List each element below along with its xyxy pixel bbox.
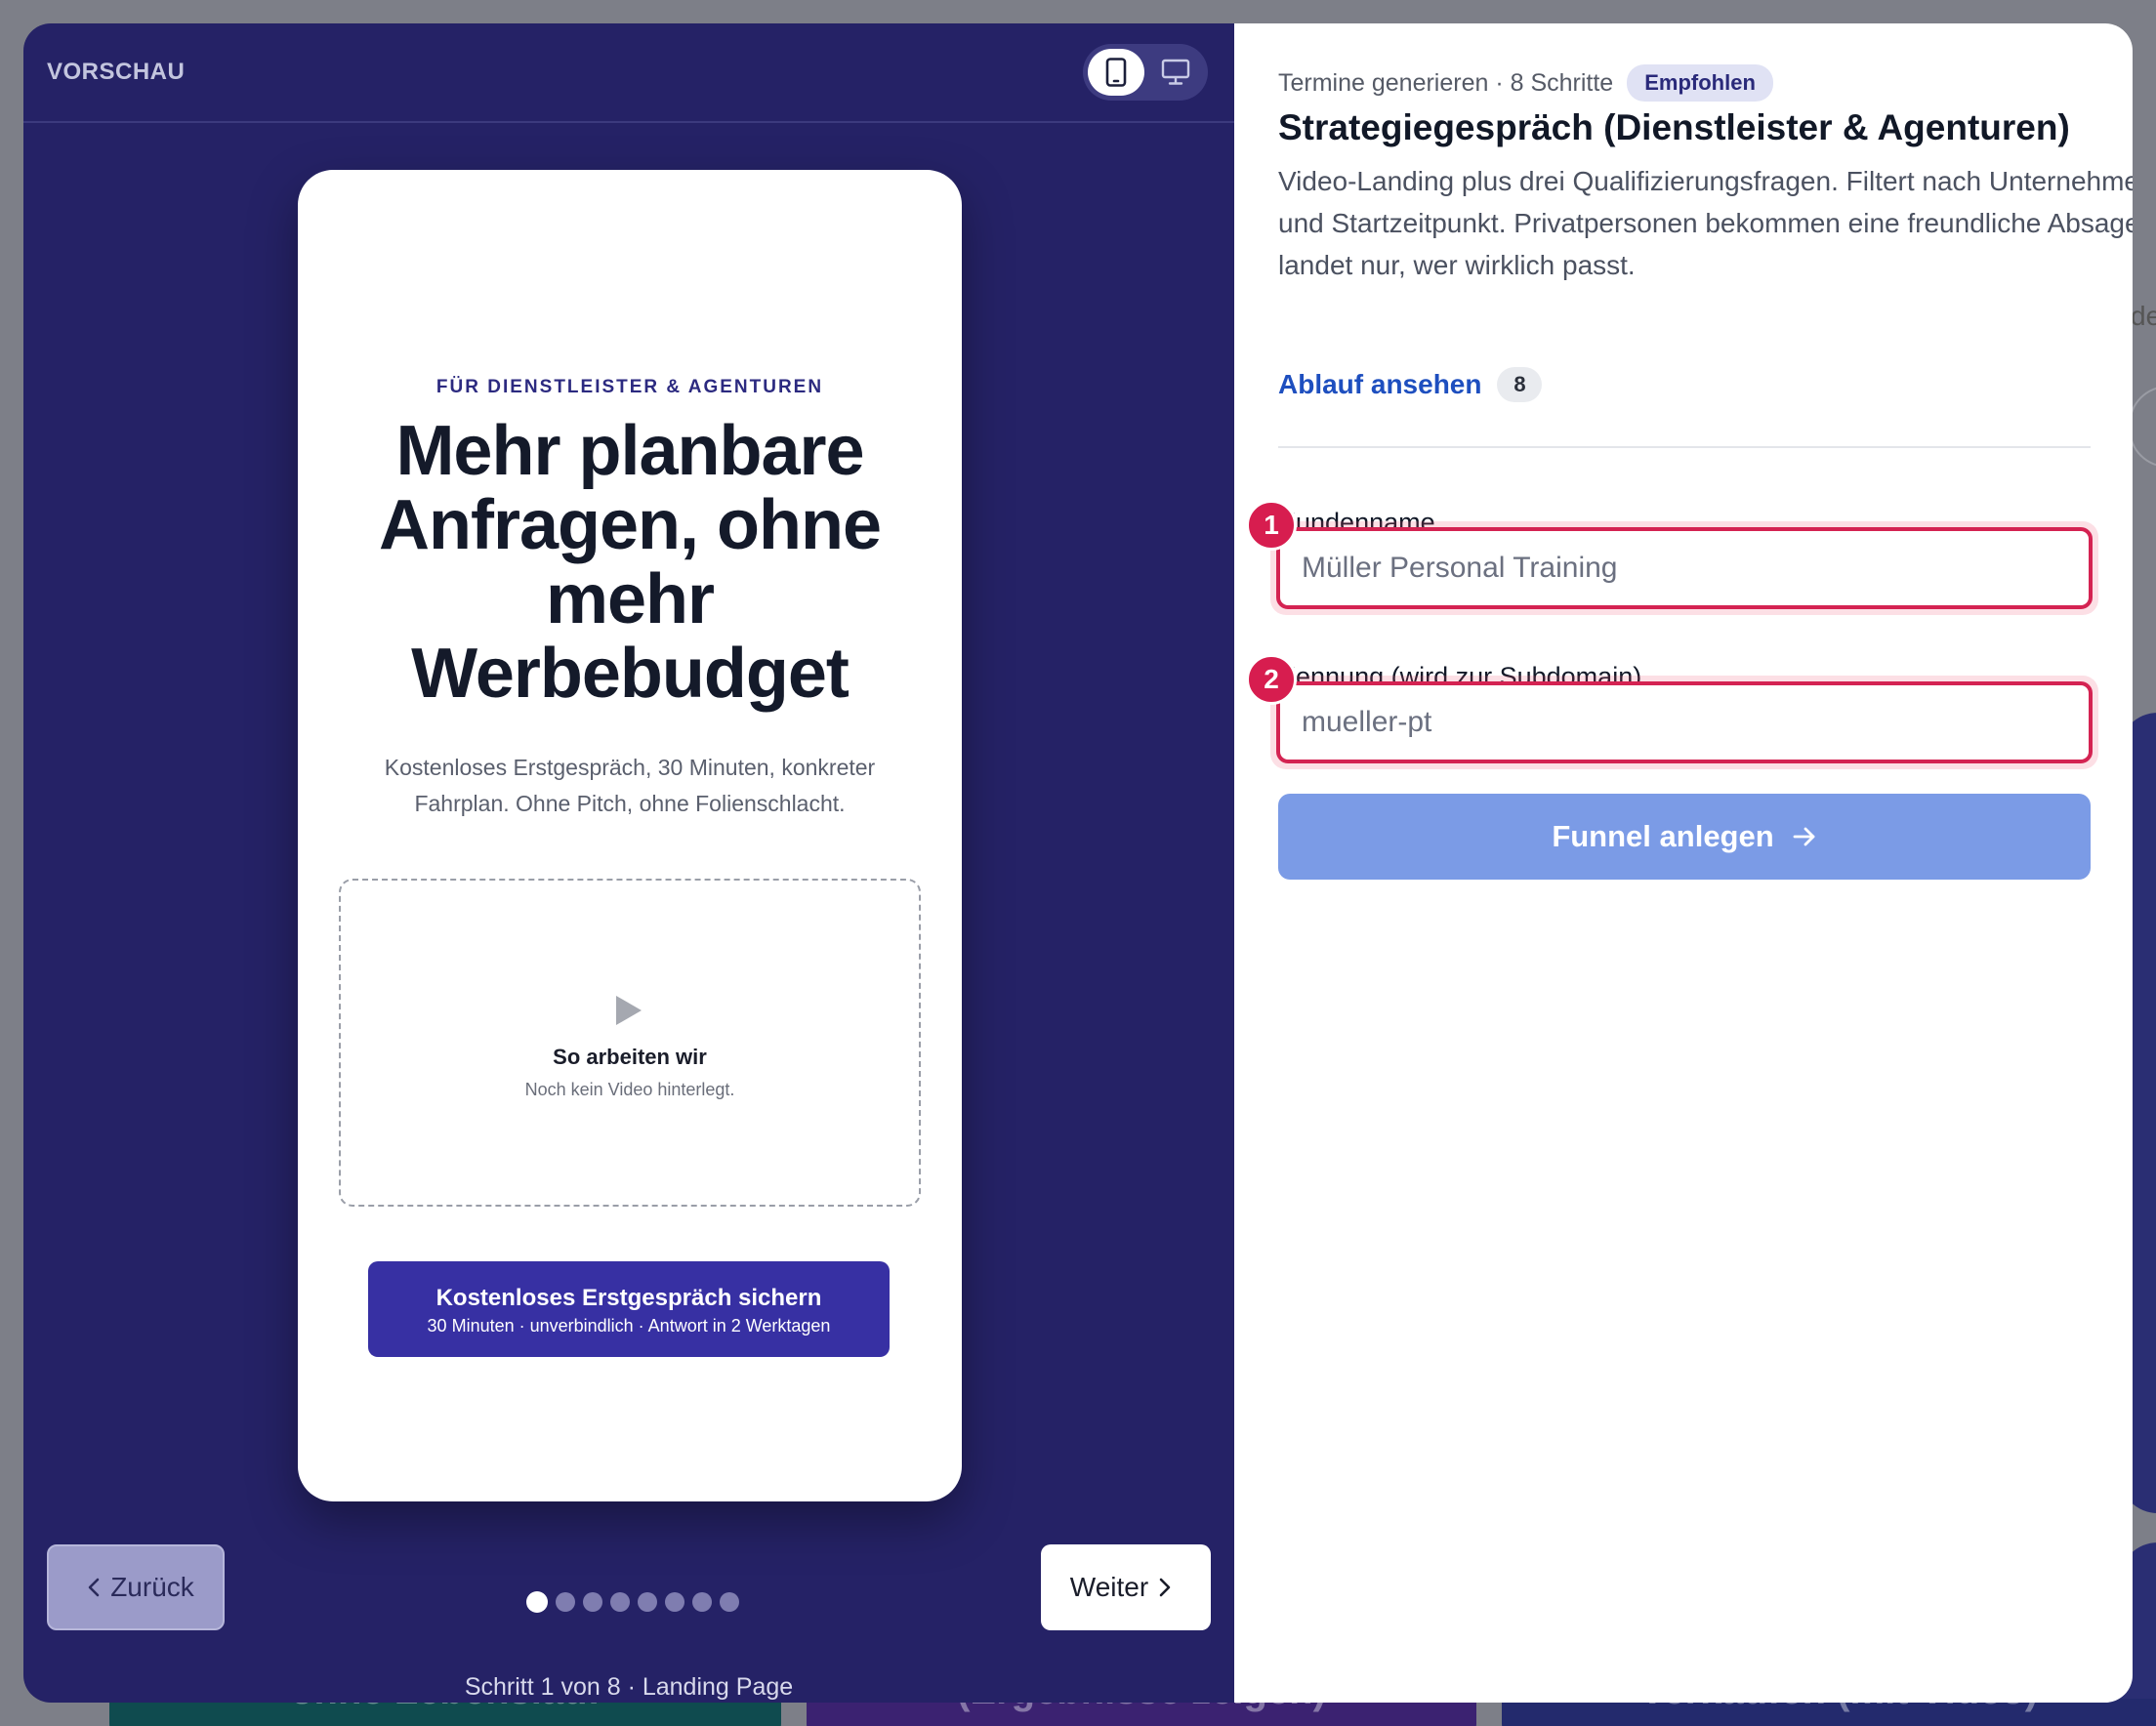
phone-preview: FÜR DIENSTLEISTER & AGENTUREN Mehr planb…: [298, 170, 962, 1501]
video-title: So arbeiten wir: [553, 1045, 707, 1069]
landing-eyebrow: FÜR DIENSTLEISTER & AGENTUREN: [435, 377, 824, 397]
view-flow-label: Ablauf ansehen: [1278, 369, 1482, 399]
step-dot[interactable]: [665, 1592, 684, 1612]
template-meta: Termine generieren · 8 Schritte Empfohle…: [1278, 64, 1773, 102]
step-dot[interactable]: [526, 1591, 548, 1613]
identifier-field: [1270, 676, 2098, 769]
monitor-icon: [1161, 59, 1190, 85]
preview-title: VORSCHAU: [47, 59, 186, 85]
error-marker-1: 1: [1246, 500, 1297, 551]
flow-step-count: 8: [1497, 367, 1543, 402]
preview-header: VORSCHAU: [23, 23, 1234, 123]
template-description: Video-Landing plus drei Qualifizierungsf…: [1278, 166, 2133, 280]
meta-text: Termine generieren · 8 Schritte: [1278, 68, 1614, 97]
step-dot[interactable]: [720, 1592, 739, 1612]
video-placeholder[interactable]: So arbeiten wir Noch kein Video hinterle…: [339, 879, 921, 1207]
step-indicator: [526, 1591, 739, 1613]
step-dot[interactable]: [556, 1592, 575, 1612]
recommended-badge: Empfohlen: [1627, 64, 1773, 102]
arrow-right-icon: [1793, 827, 1815, 846]
next-button[interactable]: Weiter: [1041, 1544, 1211, 1630]
back-button-label: Zurück: [110, 1572, 194, 1602]
play-icon: [616, 996, 642, 1025]
template-modal: VORSCHAU FÜR DIENSTLEISTER & AGENTUREN M…: [23, 23, 2133, 1703]
identifier-input[interactable]: [1276, 681, 2093, 763]
desktop-view-button[interactable]: [1147, 49, 1204, 96]
step-dot[interactable]: [583, 1592, 602, 1612]
landing-subtext: Kostenloses Erstgespräch, 30 Minuten, ko…: [384, 755, 876, 816]
video-subtitle: Noch kein Video hinterlegt.: [524, 1080, 735, 1099]
landing-cta-button[interactable]: Kostenloses Erstgespräch sichern 30 Minu…: [368, 1261, 890, 1357]
customer-name-field: [1270, 521, 2098, 615]
error-marker-2: 2: [1246, 654, 1297, 705]
smartphone-icon: [1105, 58, 1127, 87]
landing-headline: Mehr planbare Anfragen, ohne mehr Werbeb…: [378, 412, 882, 713]
cta-label: Kostenloses Erstgespräch sichern: [435, 1285, 822, 1311]
details-pane: Termine generieren · 8 Schritte Empfohle…: [1234, 23, 2133, 1703]
chevron-right-icon: [1159, 1578, 1171, 1597]
back-button[interactable]: Zurück: [47, 1544, 225, 1630]
cta-sublabel: 30 Minuten · unverbindlich · Antwort in …: [427, 1316, 831, 1336]
divider: [1278, 446, 2091, 448]
step-dot[interactable]: [610, 1592, 630, 1612]
background-text: de: [2131, 301, 2156, 331]
create-funnel-label: Funnel anlegen: [1552, 819, 1774, 853]
step-dot[interactable]: [638, 1592, 657, 1612]
customer-name-input[interactable]: [1276, 527, 2093, 609]
preview-pane: VORSCHAU FÜR DIENSTLEISTER & AGENTUREN M…: [23, 23, 1234, 1703]
create-funnel-button[interactable]: Funnel anlegen: [1278, 794, 2091, 880]
next-button-label: Weiter: [1069, 1572, 1149, 1602]
device-toggle: [1083, 44, 1208, 101]
step-dot[interactable]: [692, 1592, 712, 1612]
chevron-left-icon: [88, 1578, 100, 1597]
view-flow-link[interactable]: Ablauf ansehen 8: [1278, 367, 1543, 402]
template-title: Strategiegespräch (Dienstleister & Agent…: [1278, 107, 2070, 147]
step-caption: Schritt 1 von 8 · Landing Page: [464, 1673, 794, 1701]
mobile-view-button[interactable]: [1088, 49, 1144, 96]
